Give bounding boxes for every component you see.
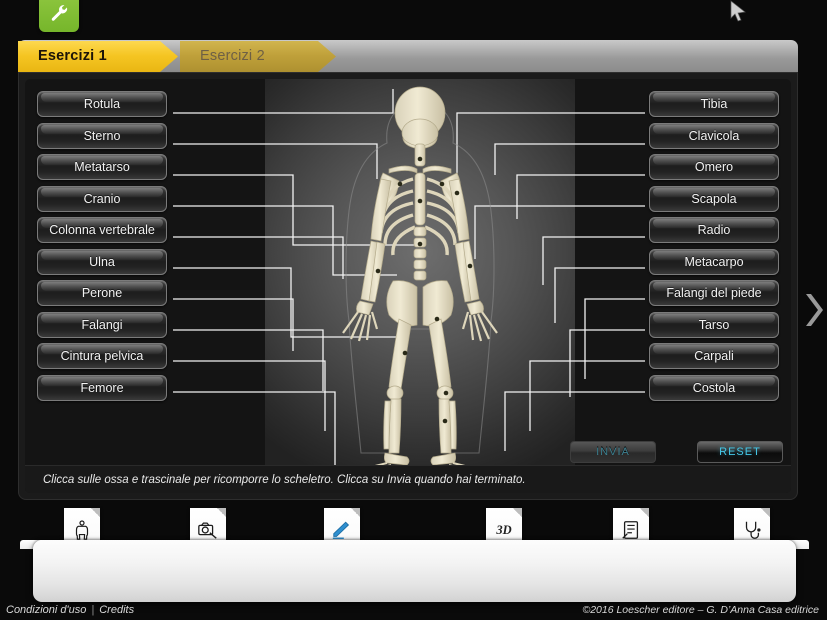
settings-wrench-button[interactable] (39, 0, 79, 32)
credits-link[interactable]: Credits (99, 604, 134, 616)
tab-esercizi-1[interactable]: Esercizi 1 (18, 41, 178, 72)
bone-list-left: Rotula Sterno Metatarso Cranio Colonna v… (37, 91, 167, 406)
body-silhouette-icon (75, 520, 89, 540)
bone-button[interactable]: Perone (37, 280, 167, 306)
bone-button[interactable]: Falangi (37, 311, 167, 338)
bone-button[interactable]: Sterno (37, 122, 167, 149)
bone-button[interactable]: Metatarso (37, 154, 167, 180)
reset-button[interactable]: RESET (697, 441, 783, 463)
chevron-right-icon[interactable] (801, 288, 823, 332)
exercise-stage-inner: Rotula Sterno Metatarso Cranio Colonna v… (25, 79, 791, 493)
bone-list-right: Tibia Clavicola Omero Scapola Radio Meta… (649, 91, 779, 406)
exercise-stage: Rotula Sterno Metatarso Cranio Colonna v… (18, 72, 798, 500)
bone-button[interactable]: Tibia (649, 91, 779, 117)
bone-button[interactable]: Costola (649, 374, 779, 401)
bone-button[interactable]: Colonna vertebrale (37, 217, 167, 243)
cursor-arrow-icon (730, 0, 746, 22)
bone-button[interactable]: Ulna (37, 248, 167, 275)
camera-photo-icon (198, 522, 217, 539)
pencil-draw-icon (332, 521, 350, 539)
bone-button[interactable]: Femore (37, 374, 167, 401)
bone-button[interactable]: Scapola (649, 185, 779, 212)
instruction-text: Clicca sulle ossa e trascinale per ricom… (25, 465, 791, 493)
clipboard-notes-icon (622, 521, 639, 539)
bottom-dock: ? ? APPunti di anatomia (33, 540, 796, 602)
bone-button[interactable]: Rotula (37, 91, 167, 117)
bone-button[interactable]: Cranio (37, 185, 167, 212)
bone-button[interactable]: Clavicola (649, 122, 779, 149)
wrench-icon (51, 5, 68, 21)
bone-button[interactable]: Cintura pelvica (37, 343, 167, 369)
bone-button[interactable]: Radio (649, 217, 779, 243)
bone-button[interactable]: Metacarpo (649, 248, 779, 275)
bone-button[interactable]: Tarso (649, 311, 779, 338)
stethoscope-icon (745, 521, 761, 539)
footer-separator: | (91, 604, 95, 616)
paper-tab-3d-label: 3D (496, 522, 512, 537)
terms-link[interactable]: Condizioni d'uso (6, 604, 86, 616)
skeleton-figure[interactable] (265, 81, 575, 471)
bone-button[interactable]: Omero (649, 154, 779, 180)
bone-button[interactable]: Carpali (649, 343, 779, 369)
tab-esercizi-2[interactable]: Esercizi 2 (180, 41, 336, 72)
submit-button[interactable]: INVIA (570, 441, 656, 463)
copyright-text: ©2016 Loescher editore – G. D’Anna Casa … (582, 604, 819, 616)
bone-button[interactable]: Falangi del piede (649, 280, 779, 306)
footer-left: Condizioni d'uso | Credits (6, 604, 134, 616)
tab-strip: Esercizi 1 Esercizi 2 (18, 40, 798, 73)
